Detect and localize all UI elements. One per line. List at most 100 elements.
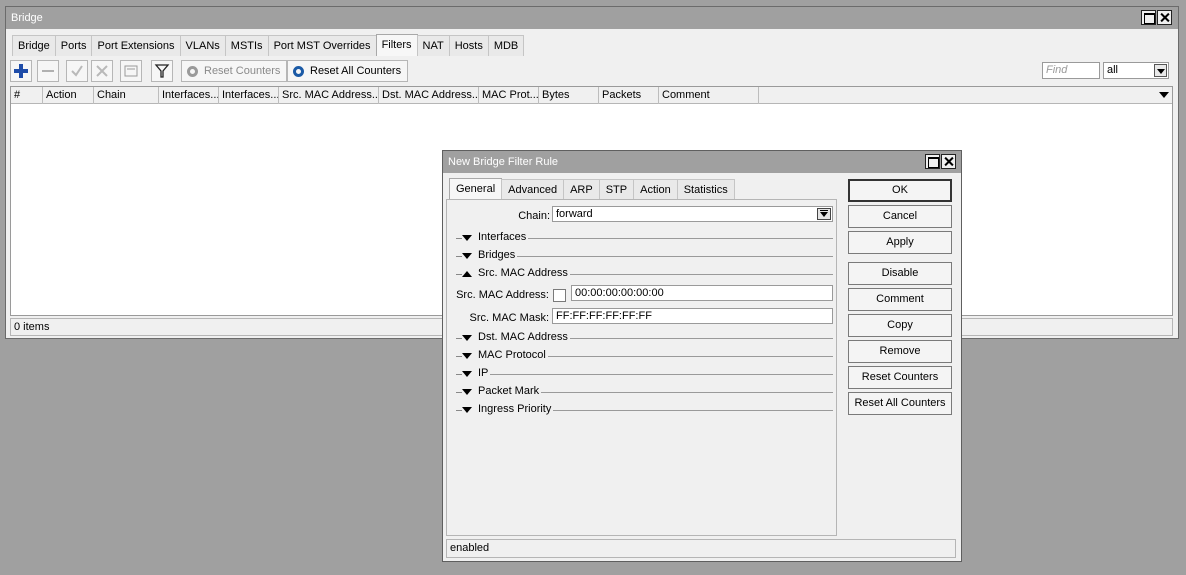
expand-icon[interactable] — [462, 407, 472, 413]
tab-action[interactable]: Action — [633, 179, 678, 200]
tab-advanced[interactable]: Advanced — [501, 179, 565, 200]
disable-button[interactable] — [91, 60, 113, 82]
column-header[interactable]: Interfaces... — [219, 87, 279, 104]
reset-counters-button[interactable]: Reset Counters — [181, 60, 288, 82]
x-icon — [96, 65, 108, 77]
tab-ports[interactable]: Ports — [54, 35, 93, 56]
expand-icon[interactable] — [462, 235, 472, 241]
add-button[interactable] — [10, 60, 32, 82]
section-packet-mark-label: Packet Mark — [478, 385, 542, 397]
column-header[interactable]: # — [11, 87, 43, 104]
tab-arp[interactable]: ARP — [563, 179, 600, 200]
section-packet-mark[interactable]: Packet Mark — [447, 384, 835, 400]
section-src-mac[interactable]: Src. MAC Address — [447, 266, 835, 282]
section-mac-protocol[interactable]: MAC Protocol — [447, 348, 835, 364]
collapse-icon[interactable] — [462, 271, 472, 277]
apply-button[interactable]: Apply — [848, 231, 952, 254]
copy-button[interactable]: Copy — [848, 314, 952, 337]
dialog-titlebar[interactable]: New Bridge Filter Rule — [443, 151, 961, 173]
maximize-icon[interactable] — [925, 154, 940, 169]
tab-filters[interactable]: Filters — [375, 34, 418, 56]
minus-icon — [42, 70, 54, 72]
tab-general[interactable]: General — [449, 178, 503, 200]
columns-menu-icon[interactable] — [1159, 92, 1169, 98]
note-icon — [124, 65, 138, 77]
tab-port-mst-overrides[interactable]: Port MST Overrides — [267, 35, 377, 56]
tab-nat[interactable]: NAT — [416, 35, 450, 56]
check-icon — [71, 65, 83, 77]
src-mac-invert-checkbox[interactable] — [553, 289, 566, 302]
column-header[interactable]: Interfaces... — [159, 87, 219, 104]
comment-button[interactable] — [120, 60, 142, 82]
tab-mstis[interactable]: MSTIs — [224, 35, 269, 56]
tab-statistics[interactable]: Statistics — [676, 179, 735, 200]
chevron-down-icon[interactable] — [1154, 64, 1167, 77]
window-titlebar[interactable]: Bridge — [6, 7, 1178, 29]
column-header[interactable]: Packets — [599, 87, 659, 104]
section-ip[interactable]: IP — [447, 366, 835, 382]
section-dst-mac[interactable]: Dst. MAC Address — [447, 330, 835, 346]
reset-all-counters-button[interactable]: Reset All Counters — [848, 392, 952, 415]
tab-mdb[interactable]: MDB — [487, 35, 525, 56]
src-mac-mask-row: Src. MAC Mask: FF:FF:FF:FF:FF:FF — [447, 308, 835, 328]
reset-counters-label: Reset Counters — [204, 65, 281, 77]
column-header[interactable]: Chain — [94, 87, 159, 104]
dialog-tabs: General Advanced ARP STP Action Statisti… — [449, 178, 735, 200]
close-icon[interactable] — [941, 154, 956, 169]
tab-stp[interactable]: STP — [598, 179, 635, 200]
chain-value: forward — [556, 208, 593, 220]
src-mac-mask-input[interactable]: FF:FF:FF:FF:FF:FF — [552, 308, 833, 324]
maximize-icon[interactable] — [1141, 10, 1156, 25]
comment-button[interactable]: Comment — [848, 288, 952, 311]
expand-icon[interactable] — [462, 335, 472, 341]
dropdown-icon[interactable] — [817, 208, 831, 220]
tab-port-extensions[interactable]: Port Extensions — [91, 35, 181, 56]
src-mac-address-input[interactable]: 00:00:00:00:00:00 — [571, 285, 833, 301]
expand-icon[interactable] — [462, 371, 472, 377]
column-header[interactable]: Action — [43, 87, 94, 104]
src-mac-address-row: Src. MAC Address: 00:00:00:00:00:00 — [447, 285, 835, 305]
section-interfaces-label: Interfaces — [478, 231, 529, 243]
chain-row: Chain: forward — [447, 206, 835, 226]
reset-all-icon — [293, 66, 304, 77]
reset-counters-button[interactable]: Reset Counters — [848, 366, 952, 389]
expand-icon[interactable] — [462, 389, 472, 395]
dialog-title: New Bridge Filter Rule — [448, 156, 559, 168]
section-bridges-label: Bridges — [478, 249, 518, 261]
tab-vlans[interactable]: VLANs — [179, 35, 226, 56]
filter-button[interactable] — [151, 60, 173, 82]
disable-button[interactable]: Disable — [848, 262, 952, 285]
section-src-mac-label: Src. MAC Address — [478, 267, 570, 279]
reset-all-counters-button[interactable]: Reset All Counters — [287, 60, 409, 82]
section-ingress-priority-label: Ingress Priority — [478, 403, 554, 415]
column-header[interactable]: Comment — [659, 87, 759, 104]
remove-button[interactable] — [37, 60, 59, 82]
filter-select-value: all — [1107, 64, 1119, 76]
ok-button[interactable]: OK — [848, 179, 952, 202]
column-header[interactable]: MAC Prot... — [479, 87, 539, 104]
close-icon[interactable] — [1157, 10, 1172, 25]
window-title: Bridge — [11, 12, 43, 24]
section-ingress-priority[interactable]: Ingress Priority — [447, 402, 835, 418]
table-header: # Action Chain Interfaces... Interfaces.… — [11, 87, 1172, 104]
expand-icon[interactable] — [462, 353, 472, 359]
section-ip-label: IP — [478, 367, 491, 379]
column-header[interactable]: Dst. MAC Address... — [379, 87, 479, 104]
tab-bridge[interactable]: Bridge — [12, 35, 56, 56]
filter-select[interactable]: all — [1103, 62, 1169, 79]
section-bridges[interactable]: Bridges — [447, 248, 835, 264]
cancel-button[interactable]: Cancel — [848, 205, 952, 228]
expand-icon[interactable] — [462, 253, 472, 259]
remove-button[interactable]: Remove — [848, 340, 952, 363]
column-header[interactable]: Src. MAC Address... — [279, 87, 379, 104]
find-input[interactable]: Find — [1042, 62, 1100, 79]
section-interfaces[interactable]: Interfaces — [447, 230, 835, 246]
enable-button[interactable] — [66, 60, 88, 82]
filter-icon — [154, 64, 170, 78]
reset-icon — [187, 66, 198, 77]
src-mac-mask-label: Src. MAC Mask: — [469, 312, 549, 324]
column-header[interactable]: Bytes — [539, 87, 599, 104]
tab-hosts[interactable]: Hosts — [448, 35, 489, 56]
reset-all-counters-label: Reset All Counters — [310, 65, 402, 77]
chain-select[interactable]: forward — [552, 206, 833, 222]
